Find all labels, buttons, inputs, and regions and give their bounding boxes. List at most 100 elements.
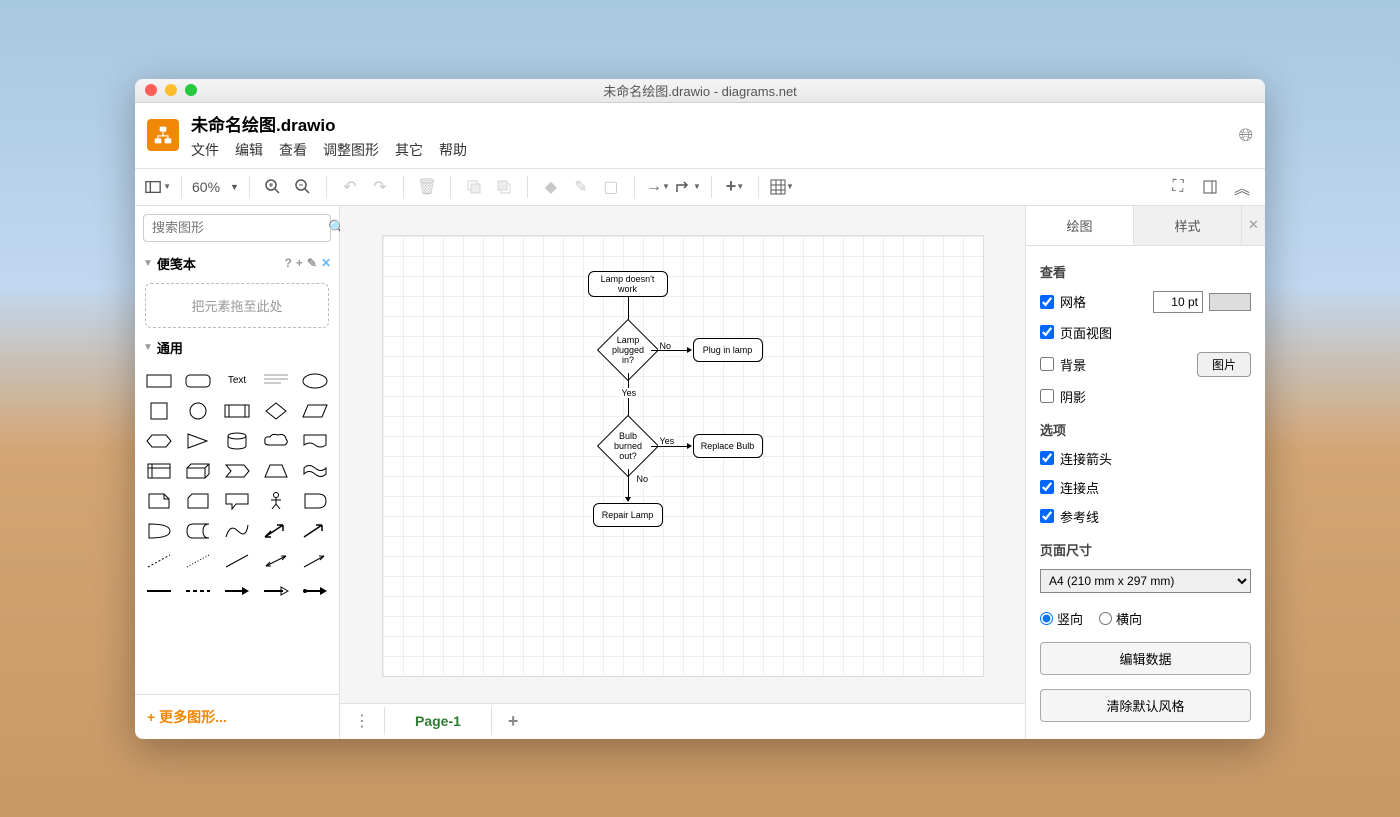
shape-hline[interactable] [143,579,176,603]
grid-checkbox[interactable] [1040,295,1054,309]
minimize-window-button[interactable] [165,84,177,96]
shape-rounded-rect[interactable] [182,369,215,393]
shadow-checkbox[interactable] [1040,389,1054,403]
shape-callout[interactable] [221,489,254,513]
edit-data-button[interactable]: 编辑数据 [1040,642,1251,675]
menu-file[interactable]: 文件 [191,140,219,160]
shape-square[interactable] [143,399,176,423]
undo-button[interactable]: ↶ [337,174,363,200]
collapse-button[interactable]: ︽ [1229,174,1255,200]
table-button[interactable]: ▼ [769,174,795,200]
grid-color-swatch[interactable] [1209,293,1251,311]
more-shapes-button[interactable]: + 更多图形... [135,694,339,739]
format-panel-button[interactable] [1197,174,1223,200]
portrait-radio[interactable] [1040,612,1053,625]
shape-bidir-arrow[interactable] [259,519,292,543]
shape-or[interactable] [298,489,331,513]
line-color-button[interactable]: ✎ [568,174,594,200]
close-panel-button[interactable]: ✕ [1241,206,1265,245]
shape-cylinder[interactable] [221,429,254,453]
delete-button[interactable]: 🗑 [414,174,440,200]
flow-node-repair[interactable]: Repair Lamp [593,503,663,527]
tab-style[interactable]: 样式 [1133,206,1241,245]
shape-parallelogram[interactable] [298,399,331,423]
shape-document[interactable] [298,429,331,453]
search-input[interactable] [152,220,328,235]
shape-tape[interactable] [298,459,331,483]
waypoint-button[interactable]: ▼ [675,174,701,200]
zoom-dropdown[interactable]: 60%▼ [192,179,239,195]
fill-color-button[interactable]: ◆ [538,174,564,200]
to-back-button[interactable] [491,174,517,200]
menu-view[interactable]: 查看 [279,140,307,160]
shape-arrow-thick[interactable] [221,579,254,603]
maximize-window-button[interactable] [185,84,197,96]
shape-dotted-line[interactable] [182,549,215,573]
scratchpad-header[interactable]: ▼ 便笺本 ? + ✎ ✕ [135,250,339,277]
shape-ellipse[interactable] [298,369,331,393]
zoom-out-button[interactable] [290,174,316,200]
shape-actor[interactable] [259,489,292,513]
shape-dashed-hline[interactable] [182,579,215,603]
connection-button[interactable]: →▼ [645,174,671,200]
shape-diamond[interactable] [259,399,292,423]
shape-step[interactable] [221,459,254,483]
guides-checkbox[interactable] [1040,509,1054,523]
shape-triangle[interactable] [182,429,215,453]
sidebar-toggle-button[interactable]: ▼ [145,174,171,200]
shape-process[interactable] [221,399,254,423]
shape-and[interactable] [143,519,176,543]
general-shapes-header[interactable]: ▼ 通用 [135,334,339,361]
flow-node-start[interactable]: Lamp doesn't work [588,271,668,297]
shape-textblock[interactable] [259,369,292,393]
shape-card[interactable] [182,489,215,513]
shape-search[interactable]: 🔍 [143,214,331,242]
conn-arrows-checkbox[interactable] [1040,451,1054,465]
shape-hexagon[interactable] [143,429,176,453]
menu-extras[interactable]: 其它 [395,140,423,160]
shape-arrow-outline[interactable] [259,579,292,603]
menu-arrange[interactable]: 调整图形 [323,140,379,160]
shape-line[interactable] [221,549,254,573]
grid-size-input[interactable] [1153,291,1203,313]
document-title[interactable]: 未命名绘图.drawio [191,111,467,136]
clear-style-button[interactable]: 清除默认风格 [1040,689,1251,722]
shape-bidir-line-arrow[interactable] [259,549,292,573]
edit-icon[interactable]: ✎ [307,256,317,270]
page-tab-1[interactable]: Page-1 [384,707,492,735]
background-checkbox[interactable] [1040,357,1054,371]
shape-curve[interactable] [221,519,254,543]
shape-circle[interactable] [182,399,215,423]
insert-button[interactable]: +▼ [722,174,748,200]
shape-cloud[interactable] [259,429,292,453]
flow-node-decision2[interactable]: Bulb burned out? [596,414,658,476]
language-icon[interactable]: 🌐︎ [1239,125,1253,146]
fullscreen-button[interactable]: ⛶ [1165,174,1191,200]
image-button[interactable]: 图片 [1197,352,1251,377]
close-icon[interactable]: ✕ [321,256,331,270]
shape-datastore[interactable] [182,519,215,543]
redo-button[interactable]: ↷ [367,174,393,200]
shape-dashed-line[interactable] [143,549,176,573]
shape-trapezoid[interactable] [259,459,292,483]
scratchpad-dropzone[interactable]: 把元素拖至此处 [145,283,329,328]
shape-rect[interactable] [143,369,176,393]
shape-text[interactable]: Text [221,369,254,393]
zoom-in-button[interactable] [260,174,286,200]
flow-node-decision1[interactable]: Lamp plugged in? [596,318,658,380]
page-view-checkbox[interactable] [1040,325,1054,339]
menu-help[interactable]: 帮助 [439,140,467,160]
shape-note[interactable] [143,489,176,513]
shadow-button[interactable]: ▢ [598,174,624,200]
conn-points-checkbox[interactable] [1040,480,1054,494]
add-page-button[interactable]: + [500,711,527,732]
close-window-button[interactable] [145,84,157,96]
tab-diagram[interactable]: 绘图 [1026,206,1133,245]
shape-connector[interactable] [298,579,331,603]
shape-line-arrow[interactable] [298,549,331,573]
page-menu-button[interactable]: ⋮ [348,711,376,731]
shape-cube[interactable] [182,459,215,483]
canvas[interactable]: Lamp doesn't work Lamp plugged in? No Pl… [340,206,1025,703]
shape-arrow[interactable] [298,519,331,543]
page-canvas[interactable]: Lamp doesn't work Lamp plugged in? No Pl… [383,236,983,676]
